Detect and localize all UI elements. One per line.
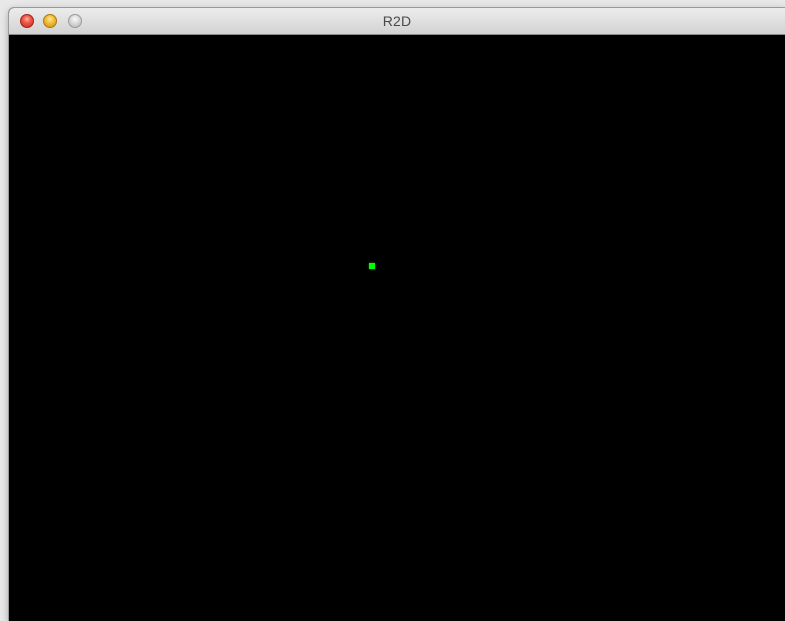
app-window: R2D (9, 8, 785, 621)
title-bar[interactable]: R2D (9, 8, 785, 35)
render-canvas[interactable] (9, 35, 785, 621)
window-title: R2D (382, 13, 412, 29)
green-point (369, 263, 375, 269)
